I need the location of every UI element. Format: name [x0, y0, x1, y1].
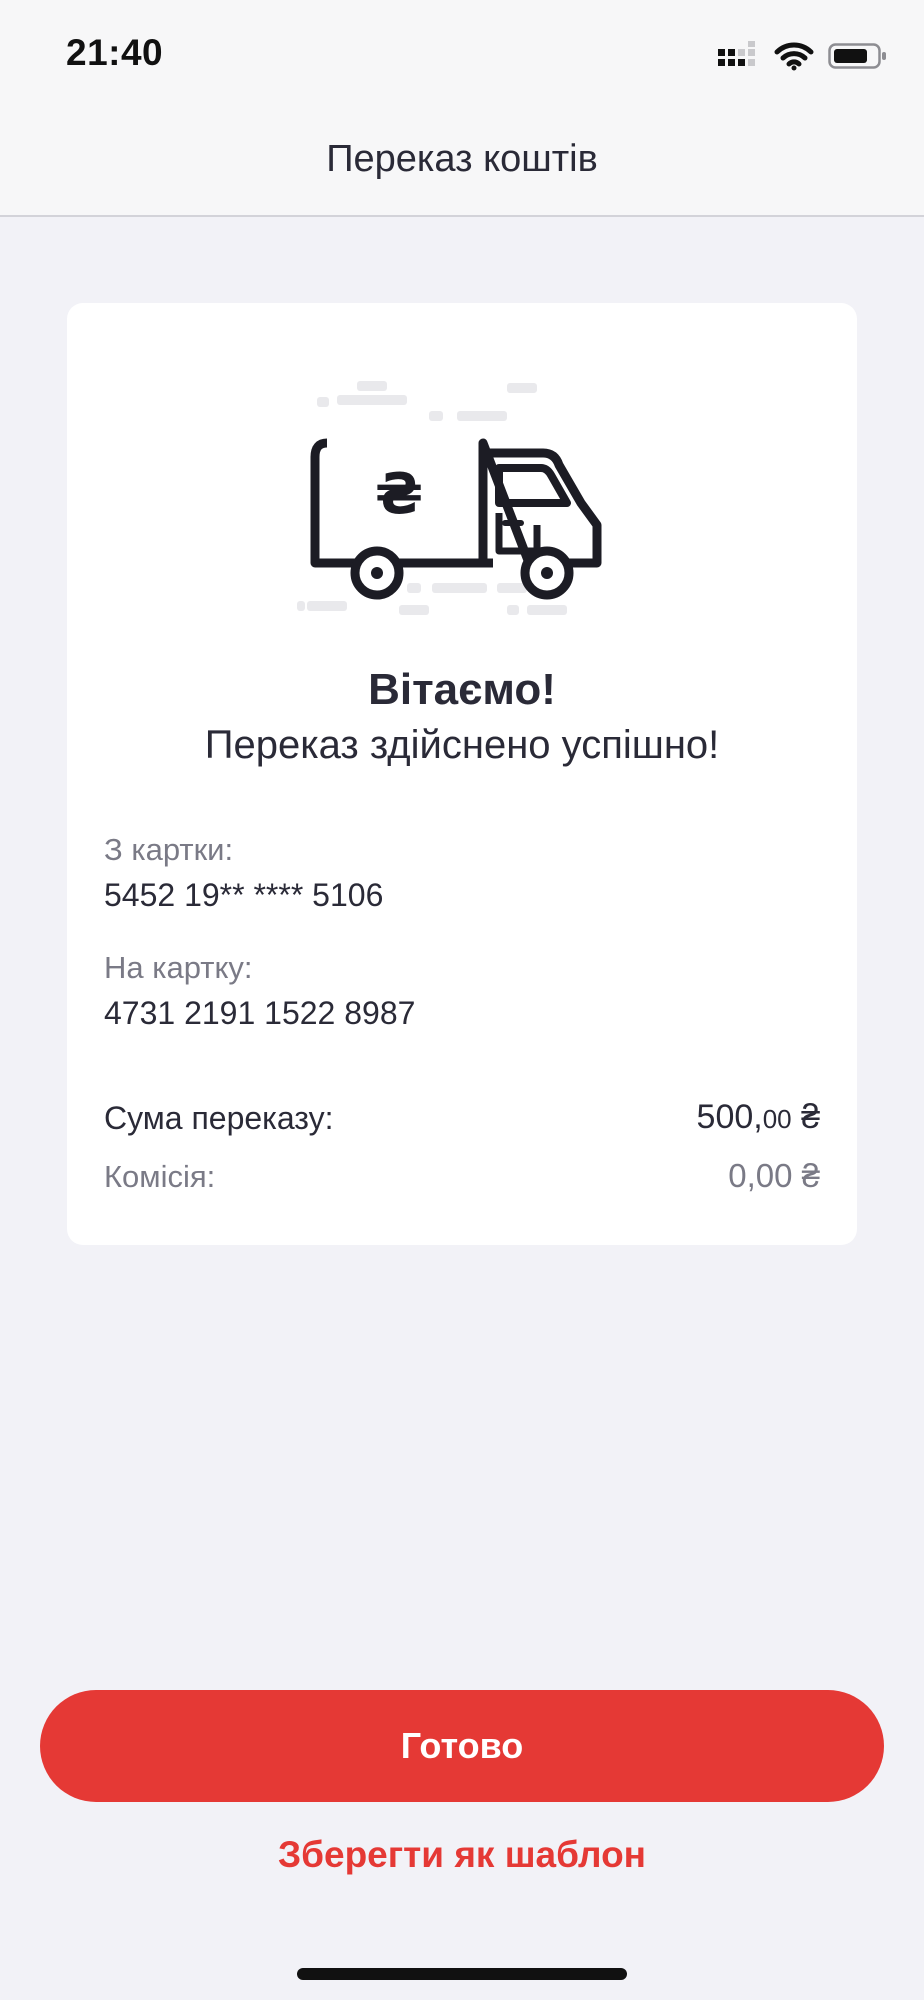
- amount-kopecks: 00: [762, 1104, 792, 1134]
- svg-text:₴: ₴: [375, 462, 423, 527]
- amount-main: 500,: [696, 1098, 763, 1136]
- congrats-title: Вітаємо!: [368, 665, 556, 714]
- save-as-template-link[interactable]: Зберегти як шаблон: [0, 1834, 924, 1876]
- from-card-number: 5452 19** **** 5106: [104, 877, 384, 913]
- from-card-label: З картки:: [104, 832, 234, 867]
- home-indicator: [297, 1968, 627, 1980]
- fee-value: 0,00 ₴: [728, 1157, 820, 1194]
- fee-label: Комісія:: [104, 1159, 216, 1194]
- done-button[interactable]: Готово: [40, 1690, 884, 1802]
- success-card: ₴ Вітаємо! Переказ здійснено успішно! З …: [67, 303, 857, 1245]
- success-message: Переказ здійснено успішно!: [204, 723, 720, 767]
- top-area: 21:40 Переказ коштів: [0, 0, 924, 217]
- transfer-amount-value: 500,00 ₴: [697, 1098, 820, 1137]
- battery-icon: [828, 43, 886, 69]
- status-time: 21:40: [66, 32, 164, 73]
- page-title: Переказ коштів: [326, 138, 598, 180]
- money-truck-icon: ₴: [297, 381, 602, 615]
- amount-currency: ₴: [791, 1098, 820, 1136]
- transfer-amount-label: Сума переказу:: [104, 1100, 334, 1136]
- to-card-label: На картку:: [104, 950, 253, 985]
- cellular-signal-icon: [718, 41, 755, 66]
- wifi-icon: [774, 42, 814, 71]
- to-card-number: 4731 2191 1522 8987: [104, 995, 416, 1031]
- status-icons: [718, 36, 888, 76]
